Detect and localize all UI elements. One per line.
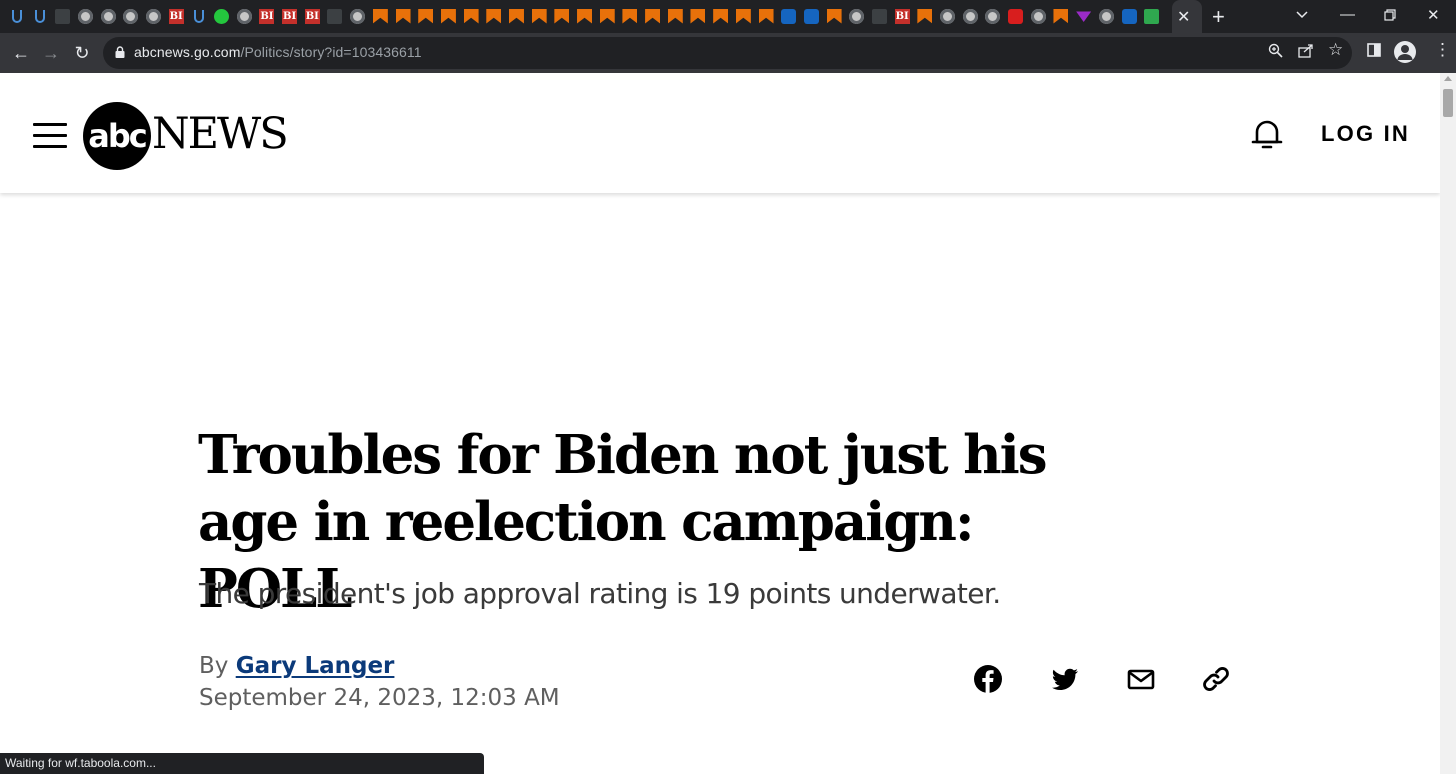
tab-favicon-bookmark-icon[interactable] <box>460 7 483 25</box>
tab-favicon-shield-icon[interactable] <box>29 7 52 25</box>
tab-favicon-bookmark-icon[interactable] <box>573 7 596 25</box>
tab-favicon-bookmark-icon[interactable] <box>414 7 437 25</box>
tab-favicon-bookmark-icon[interactable] <box>709 7 732 25</box>
site-header: abc NEWS LOG IN <box>0 73 1440 193</box>
tab-favicon-bookmark-icon[interactable] <box>1050 7 1073 25</box>
tab-favicon-bookmark-icon[interactable] <box>505 7 528 25</box>
tab-favicon-globe-icon[interactable] <box>97 7 120 25</box>
bookmark-star-icon[interactable]: ☆ <box>1328 40 1343 60</box>
profile-avatar[interactable] <box>1394 41 1416 63</box>
tab-favicon-blue-icon[interactable] <box>1118 7 1141 25</box>
tab-favicon-bookmark-icon[interactable] <box>641 7 664 25</box>
tab-favicon-bi-icon[interactable]: BI <box>165 7 188 25</box>
tab-favicon-globe-icon[interactable] <box>845 7 868 25</box>
tab-favicon-globe-icon[interactable] <box>74 7 97 25</box>
reload-icon[interactable]: ↻ <box>69 40 95 66</box>
login-button[interactable]: LOG IN <box>1321 121 1410 147</box>
address-url[interactable]: abcnews.go.com/Politics/story?id=1034366… <box>134 44 422 60</box>
tab-favicon-globe-icon[interactable] <box>142 7 165 25</box>
lock-icon[interactable] <box>115 46 125 58</box>
tab-favicon-blue-icon[interactable] <box>800 7 823 25</box>
hamburger-menu-icon[interactable] <box>33 123 67 149</box>
email-icon[interactable] <box>1126 664 1156 694</box>
tab-favicon-globe-icon[interactable] <box>346 7 369 25</box>
tab-favicon-bookmark-icon[interactable] <box>437 7 460 25</box>
article-subheadline: The president's job approval rating is 1… <box>199 577 1001 610</box>
tab-favicon-bi-icon[interactable]: BI <box>256 7 279 25</box>
tab-favicon-row: BI BI BI BI BI <box>6 7 1163 25</box>
tab-favicon-bookmark-icon[interactable] <box>392 7 415 25</box>
byline-prefix: By <box>199 653 229 679</box>
tab-favicon-bookmark-icon[interactable] <box>687 7 710 25</box>
page-scrollbar[interactable] <box>1440 73 1456 774</box>
bell-icon[interactable] <box>1249 116 1285 152</box>
tab-favicon-globe-icon[interactable] <box>119 7 142 25</box>
new-tab-button[interactable]: + <box>1212 4 1225 30</box>
byline: By Gary Langer <box>199 653 394 679</box>
tab-favicon-globe-icon[interactable] <box>959 7 982 25</box>
twitter-icon[interactable] <box>1050 664 1080 694</box>
scrollbar-thumb[interactable] <box>1443 89 1453 117</box>
status-bar: Waiting for wf.taboola.com... <box>0 753 484 774</box>
facebook-icon[interactable] <box>973 664 1003 694</box>
tab-favicon-bi-icon[interactable]: BI <box>278 7 301 25</box>
author-link[interactable]: Gary Langer <box>236 653 395 679</box>
menu-kebab-icon[interactable]: ⋮ <box>1434 40 1451 60</box>
tab-favicon-blue-icon[interactable] <box>777 7 800 25</box>
tab-favicon-bookmark-icon[interactable] <box>755 7 778 25</box>
tab-favicon-dark-icon[interactable] <box>868 7 891 25</box>
copy-link-icon[interactable] <box>1201 664 1231 694</box>
tab-favicon-shield-icon[interactable] <box>188 7 211 25</box>
tab-favicon-bi-icon[interactable]: BI <box>301 7 324 25</box>
tab-strip: BI BI BI BI BI ✕ + — ✕ <box>0 0 1456 33</box>
tab-favicon-green-icon[interactable] <box>1140 7 1163 25</box>
tab-favicon-dark-icon[interactable] <box>324 7 347 25</box>
abc-logo[interactable]: abc <box>83 102 151 170</box>
tab-favicon-bookmark-icon[interactable] <box>551 7 574 25</box>
tab-favicon-bookmark-icon[interactable] <box>664 7 687 25</box>
url-host: abcnews.go.com <box>134 44 241 60</box>
close-tab-icon[interactable]: ✕ <box>1177 7 1190 27</box>
tab-favicon-violet-icon[interactable] <box>1072 7 1095 25</box>
page-viewport: abc NEWS LOG IN Troubles for Biden not j… <box>0 73 1440 774</box>
tab-favicon-globe-icon[interactable] <box>1027 7 1050 25</box>
tab-favicon-bookmark-icon[interactable] <box>482 7 505 25</box>
tab-favicon-shield-icon[interactable] <box>6 7 29 25</box>
tab-favicon-bookmark-icon[interactable] <box>914 7 937 25</box>
tab-favicon-bookmark-icon[interactable] <box>823 7 846 25</box>
side-panel-icon[interactable] <box>1367 43 1381 57</box>
tab-favicon-play-icon[interactable] <box>210 7 233 25</box>
tab-favicon-bookmark-icon[interactable] <box>369 7 392 25</box>
browser-toolbar: ← → ↻ abcnews.go.com/Politics/story?id=1… <box>0 33 1456 73</box>
tab-favicon-globe-icon[interactable] <box>233 7 256 25</box>
share-page-icon[interactable] <box>1298 43 1314 58</box>
tab-favicon-red-icon[interactable] <box>1004 7 1027 25</box>
tab-favicon-bookmark-icon[interactable] <box>528 7 551 25</box>
window-close-icon[interactable]: ✕ <box>1427 6 1440 24</box>
tab-favicon-bookmark-icon[interactable] <box>596 7 619 25</box>
tab-favicon-globe-icon[interactable] <box>936 7 959 25</box>
publish-date: September 24, 2023, 12:03 AM <box>199 685 560 711</box>
back-arrow-icon[interactable]: ← <box>8 40 34 66</box>
url-path: /Politics/story?id=103436611 <box>240 44 422 60</box>
tab-favicon-dark-icon[interactable] <box>51 7 74 25</box>
zoom-icon[interactable] <box>1268 43 1283 58</box>
tab-favicon-bookmark-icon[interactable] <box>732 7 755 25</box>
tab-favicon-bookmark-icon[interactable] <box>619 7 642 25</box>
tab-favicon-globe-icon[interactable] <box>982 7 1005 25</box>
forward-arrow-icon[interactable]: → <box>38 40 64 66</box>
minimize-icon[interactable]: — <box>1340 6 1355 23</box>
person-icon <box>1397 45 1413 60</box>
tab-favicon-bi-icon[interactable]: BI <box>891 7 914 25</box>
tab-search-chevron-icon[interactable] <box>1296 8 1308 20</box>
news-wordmark[interactable]: NEWS <box>152 109 289 159</box>
scroll-up-arrow-icon[interactable] <box>1444 76 1452 81</box>
tab-favicon-globe-icon[interactable] <box>1095 7 1118 25</box>
restore-icon[interactable] <box>1384 9 1396 21</box>
logo-mark: abc <box>88 117 147 155</box>
